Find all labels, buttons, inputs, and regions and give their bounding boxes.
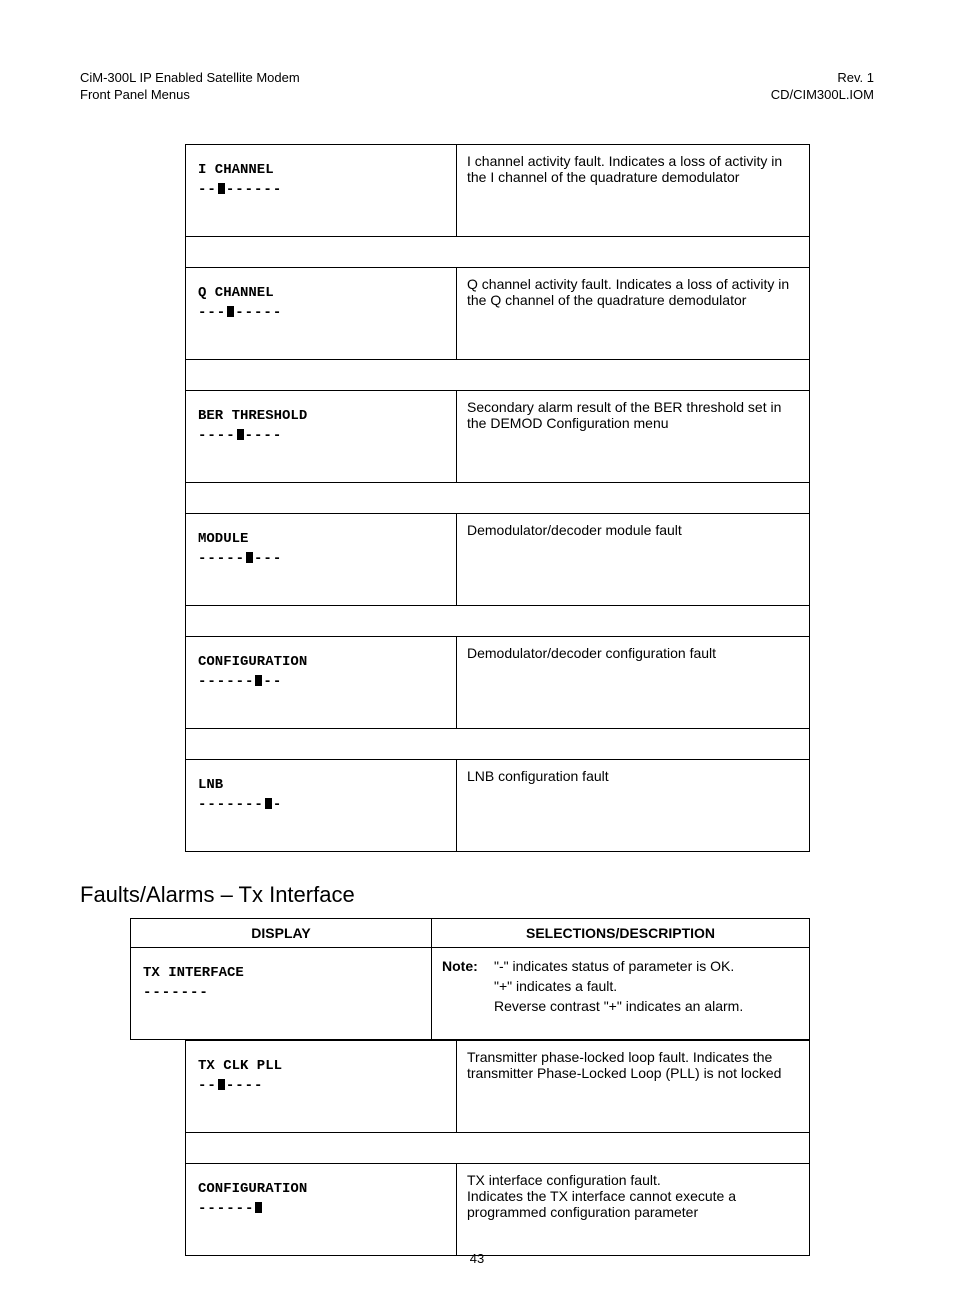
tx-intro-label: TX INTERFACE (141, 956, 421, 985)
description-cell: I channel activity fault. Indicates a lo… (457, 144, 810, 236)
section-title: Faults/Alarms – Tx Interface (80, 882, 874, 908)
display-label: CONFIGURATION (196, 1172, 446, 1201)
spacer-row (186, 1132, 810, 1163)
description-cell: Q channel activity fault. Indicates a lo… (457, 267, 810, 359)
page-number: 43 (0, 1251, 954, 1266)
display-label: LNB (196, 768, 446, 797)
display-pattern: -------- (196, 305, 446, 321)
description-cell: Secondary alarm result of the BER thresh… (457, 390, 810, 482)
header-right: Rev. 1 CD/CIM300L.IOM (771, 70, 874, 104)
tx-intro-row: TX INTERFACE ------- Note: "-" indicates… (131, 947, 810, 1039)
display-label: CONFIGURATION (196, 645, 446, 674)
col-desc-header: SELECTIONS/DESCRIPTION (432, 918, 810, 947)
tx-intro-note: Note: "-" indicates status of parameter … (432, 947, 810, 1039)
display-pattern: -------- (196, 182, 446, 198)
display-pattern: -------- (196, 674, 446, 690)
table-row: BER THRESHOLD-------- Secondary alarm res… (186, 390, 810, 482)
spacer-row (186, 482, 810, 513)
display-label: Q CHANNEL (196, 276, 446, 305)
description-cell: Demodulator/decoder module fault (457, 513, 810, 605)
upper-faults-table: I CHANNEL--------I channel activity faul… (185, 144, 810, 852)
display-pattern: ------ (196, 1201, 446, 1217)
table-row: MODULE-------- Demodulator/decoder module… (186, 513, 810, 605)
header-left: CiM-300L IP Enabled Satellite Modem Fron… (80, 70, 300, 104)
col-display-header: DISPLAY (131, 918, 432, 947)
description-cell: Demodulator/decoder configuration fault (457, 636, 810, 728)
table-row: CONFIGURATION-------- Demodulator/decoder… (186, 636, 810, 728)
tx-intro-pattern: ------- (141, 985, 421, 1001)
spacer-row (186, 236, 810, 267)
spacer-row (186, 359, 810, 390)
display-label: TX CLK PLL (196, 1049, 446, 1078)
spacer-row (186, 728, 810, 759)
display-pattern: -------- (196, 428, 446, 444)
display-label: I CHANNEL (196, 153, 446, 182)
display-pattern: ------ (196, 1078, 446, 1094)
display-pattern: -------- (196, 551, 446, 567)
display-label: MODULE (196, 522, 446, 551)
table-row: I CHANNEL-------- I channel activity faul… (186, 144, 810, 236)
page-header: CiM-300L IP Enabled Satellite Modem Fron… (80, 70, 874, 104)
description-cell: Transmitter phase-locked loop fault. Ind… (457, 1040, 810, 1132)
display-label: BER THRESHOLD (196, 399, 446, 428)
table-row: Q CHANNEL-------- Q channel activity faul… (186, 267, 810, 359)
description-cell: LNB configuration fault (457, 759, 810, 851)
page: CiM-300L IP Enabled Satellite Modem Fron… (0, 0, 954, 1296)
display-pattern: -------- (196, 797, 446, 813)
table-row: CONFIGURATION------ TX interface configur… (186, 1163, 810, 1255)
table-row: LNB-------- LNB configuration fault (186, 759, 810, 851)
description-cell: TX interface configuration fault. Indica… (457, 1163, 810, 1255)
spacer-row (186, 605, 810, 636)
tx-sub-table: TX CLK PLL------Transmitter phase-locked… (185, 1040, 810, 1256)
tx-interface-table: DISPLAY SELECTIONS/DESCRIPTION TX INTERF… (130, 918, 810, 1040)
table-row: TX CLK PLL------ Transmitter phase-locked… (186, 1040, 810, 1132)
